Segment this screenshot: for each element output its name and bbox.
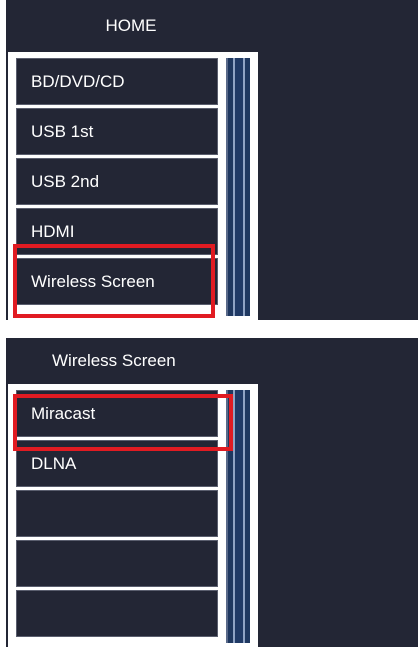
wireless-scroll-thumb[interactable] [233,390,245,643]
home-menu-panel: HOME BD/DVD/CD USB 1st USB 2nd HDMI Wire… [0,0,418,320]
home-header: HOME [6,0,418,53]
home-title: HOME [105,16,157,35]
wireless-content-area [258,384,418,647]
menu-item-empty-4[interactable] [16,540,218,587]
home-menu-list: BD/DVD/CD USB 1st USB 2nd HDMI Wireless … [16,58,218,308]
menu-item-hdmi[interactable]: HDMI [16,208,218,255]
menu-item-empty-5[interactable] [16,590,218,637]
menu-item-dlna[interactable]: DLNA [16,440,218,487]
home-content-area [258,52,418,320]
menu-item-usb-1st[interactable]: USB 1st [16,108,218,155]
menu-item-usb-2nd[interactable]: USB 2nd [16,158,218,205]
menu-item-miracast[interactable]: Miracast [16,390,218,437]
home-scrollbar[interactable] [226,58,250,316]
menu-item-empty-3[interactable] [16,490,218,537]
home-scroll-thumb[interactable] [233,58,245,316]
wireless-menu-frame: Miracast DLNA [6,384,260,647]
wireless-header: Wireless Screen [6,338,418,385]
wireless-title: Wireless Screen [52,351,176,370]
menu-item-bd-dvd-cd[interactable]: BD/DVD/CD [16,58,218,105]
wireless-scrollbar[interactable] [226,390,250,643]
wireless-screen-panel: Wireless Screen Miracast DLNA [0,338,418,647]
home-menu-frame: BD/DVD/CD USB 1st USB 2nd HDMI Wireless … [6,52,260,320]
menu-item-wireless-screen[interactable]: Wireless Screen [16,258,218,305]
wireless-menu-list: Miracast DLNA [16,390,218,640]
